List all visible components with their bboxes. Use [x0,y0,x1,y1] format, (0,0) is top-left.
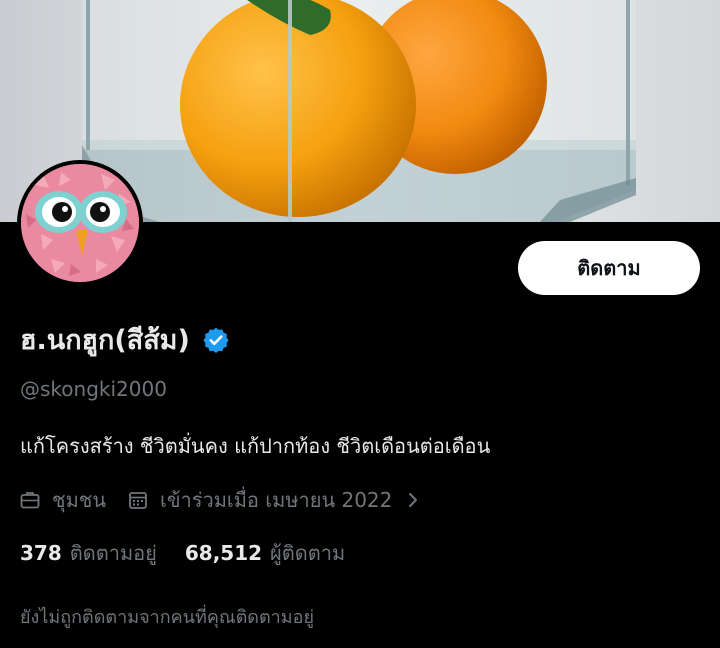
profile-meta: ชุมชน เข้าร่วมเมื่อ เมษายน 2022 [20,484,420,516]
briefcase-icon [20,490,40,510]
follow-stats: 378 ติดตามอยู่ 68,512 ผู้ติดตาม [20,537,373,569]
joined-date-label: เข้าร่วมเมื่อ เมษายน 2022 [160,488,393,512]
followers-count: 68,512 [184,541,263,565]
category-label: ชุมชน [52,488,107,512]
followers-stat[interactable]: 68,512 ผู้ติดตาม [185,537,345,569]
category-item: ชุมชน [20,484,106,516]
display-name: ฮ.นกฮูก(สีส้ม) [20,325,190,356]
profile-handle: @skongki2000 [20,377,167,401]
profile-bio: แก้โครงสร้าง ชีวิตมั่นคง แก้ปากท้อง ชีวิ… [20,434,491,458]
calendar-icon [128,490,148,510]
profile-avatar[interactable] [17,160,143,286]
followed-by-note: ยังไม่ถูกติดตามจากคนที่คุณติดตามอยู่ [20,607,314,628]
followers-label: ผู้ติดตาม [270,541,346,565]
follow-button[interactable]: ติดตาม [518,241,700,295]
joined-date-item[interactable]: เข้าร่วมเมื่อ เมษายน 2022 [128,484,420,516]
chevron-right-icon[interactable] [406,490,420,510]
name-row: ฮ.นกฮูก(สีส้ม) [20,318,230,361]
verified-badge-icon[interactable] [202,326,230,354]
following-label: ติดตามอยู่ [69,541,157,565]
following-count: 378 [20,541,62,565]
following-stat[interactable]: 378 ติดตามอยู่ [20,537,157,569]
